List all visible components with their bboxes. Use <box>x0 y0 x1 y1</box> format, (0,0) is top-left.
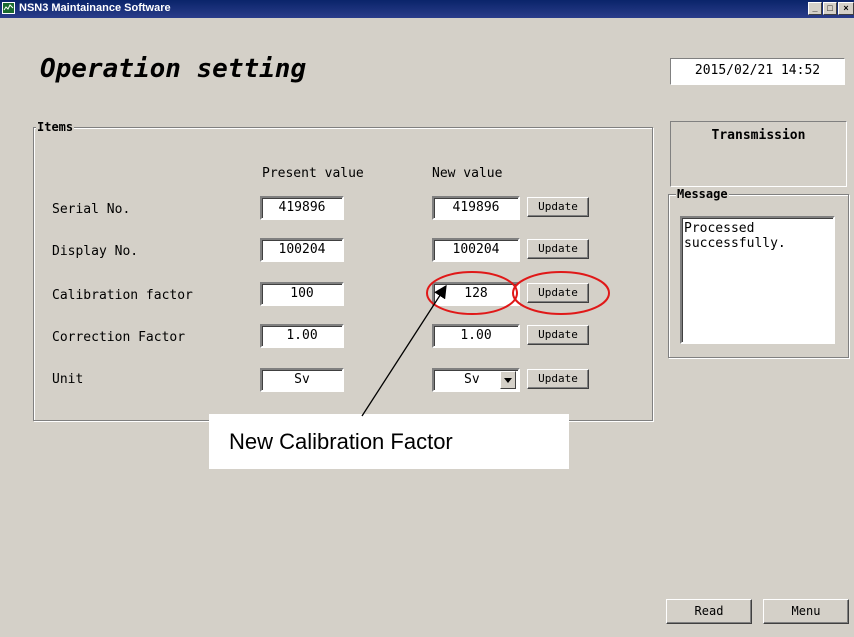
app-icon <box>2 2 15 14</box>
correction-factor-present-field: 1.00 <box>260 324 344 348</box>
display-no-update-button[interactable]: Update <box>527 239 589 259</box>
serial-no-present-field: 419896 <box>260 196 344 220</box>
window-title: NSN3 Maintainance Software <box>19 2 171 14</box>
present-value-header: Present value <box>262 166 364 181</box>
unit-select-value: Sv <box>464 372 480 387</box>
datetime-display: 2015/02/21 14:52 <box>670 58 845 85</box>
maximize-button[interactable]: □ <box>823 2 837 15</box>
serial-no-update-button[interactable]: Update <box>527 197 589 217</box>
message-text-area: Processed successfully. <box>680 216 835 344</box>
display-no-present-field: 100204 <box>260 238 344 262</box>
transmission-label: Transmission <box>711 128 806 143</box>
display-no-new-input[interactable]: 100204 <box>432 238 520 262</box>
unit-present-field: Sv <box>260 368 344 392</box>
read-button[interactable]: Read <box>666 599 752 624</box>
message-group-label: Message <box>676 187 729 201</box>
page-title: Operation setting <box>40 54 307 84</box>
title-bar: NSN3 Maintainance Software _ □ × <box>0 0 854 18</box>
unit-update-button[interactable]: Update <box>527 369 589 389</box>
calibration-factor-present-field: 100 <box>260 282 344 306</box>
transmission-panel: Transmission <box>670 121 847 187</box>
calibration-factor-new-input[interactable]: 128 <box>432 282 520 306</box>
unit-dropdown-arrow-icon[interactable] <box>500 371 516 389</box>
menu-button[interactable]: Menu <box>763 599 849 624</box>
app-window: NSN3 Maintainance Software _ □ × Operati… <box>0 0 854 637</box>
annotation-callout: New Calibration Factor <box>209 414 569 469</box>
row-label-serial-no: Serial No. <box>52 202 131 217</box>
correction-factor-new-input[interactable]: 1.00 <box>432 324 520 348</box>
items-group-label: Items <box>36 120 75 134</box>
minimize-button[interactable]: _ <box>808 2 822 15</box>
row-label-calibration-factor: Calibration factor <box>52 288 193 303</box>
new-value-header: New value <box>432 166 503 181</box>
row-label-display-no: Display No. <box>52 244 139 259</box>
row-label-unit: Unit <box>52 372 84 387</box>
row-label-correction-factor: Correction Factor <box>52 330 186 345</box>
close-button[interactable]: × <box>838 2 854 15</box>
serial-no-new-input[interactable]: 419896 <box>432 196 520 220</box>
correction-factor-update-button[interactable]: Update <box>527 325 589 345</box>
calibration-factor-update-button[interactable]: Update <box>527 283 589 303</box>
